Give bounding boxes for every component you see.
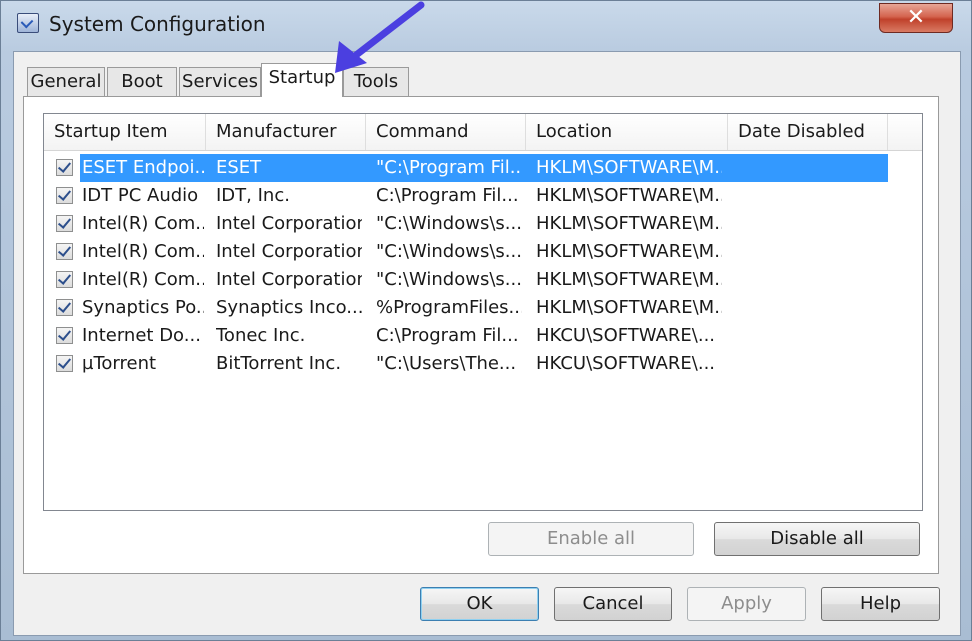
- list-item[interactable]: ESET Endpoi... ESET "C:\Program Fil... HKLM…: [44, 154, 922, 182]
- cell-command: C:\Program Fil...: [376, 185, 519, 206]
- list-item[interactable]: Synaptics Po... Synaptics Inco... %Program…: [44, 294, 922, 322]
- cell-manufacturer: Intel Corporation: [216, 241, 362, 262]
- close-button[interactable]: ✕: [879, 3, 953, 33]
- cell-startup-item: Intel(R) Com...: [82, 241, 204, 262]
- column-header-command[interactable]: Command: [366, 114, 526, 150]
- column-header-location[interactable]: Location: [526, 114, 728, 150]
- list-item[interactable]: IDT PC Audio IDT, Inc. C:\Program Fil... HK…: [44, 182, 922, 210]
- cell-date-disabled: [738, 322, 884, 350]
- cell-startup-item: IDT PC Audio: [82, 185, 199, 206]
- column-header-date-disabled[interactable]: Date Disabled: [728, 114, 888, 150]
- cell-location: HKLM\SOFTWARE\M...: [536, 269, 722, 290]
- cell-command: "C:\Windows\s...: [376, 269, 522, 290]
- cell-date-disabled: [738, 154, 884, 182]
- cell-manufacturer: ESET: [216, 157, 262, 178]
- cell-command: "C:\Windows\s...: [376, 213, 522, 234]
- cell-location: HKCU\SOFTWARE\...: [536, 325, 716, 346]
- cell-date-disabled: [738, 294, 884, 322]
- tab-boot[interactable]: Boot: [107, 67, 177, 97]
- cancel-button[interactable]: Cancel: [554, 587, 672, 621]
- column-header-startup-item[interactable]: Startup Item: [44, 114, 206, 150]
- arrow-pointer-icon: [335, 1, 425, 73]
- msconfig-icon: [17, 13, 39, 33]
- disable-all-button[interactable]: Disable all: [714, 522, 920, 556]
- cell-command: "C:\Windows\s...: [376, 241, 522, 262]
- cell-command: %ProgramFiles...: [376, 297, 522, 318]
- cell-date-disabled: [738, 238, 884, 266]
- cell-startup-item: Intel(R) Com...: [82, 269, 204, 290]
- column-header-manufacturer[interactable]: Manufacturer: [206, 114, 366, 150]
- startup-item-checkbox[interactable]: [56, 327, 73, 344]
- cell-command: "C:\Users\The...: [376, 353, 517, 374]
- column-header-filler: [888, 114, 922, 150]
- list-item[interactable]: Internet Do... Tonec Inc. C:\Program Fil..…: [44, 322, 922, 350]
- cell-command: C:\Program Fil...: [376, 325, 519, 346]
- cell-manufacturer: Synaptics Inco...: [216, 297, 362, 318]
- system-configuration-window: System Configuration ✕ General Boot Serv…: [0, 0, 972, 641]
- list-item[interactable]: Intel(R) Com... Intel Corporation "C:\Wind…: [44, 238, 922, 266]
- cell-manufacturer: Tonec Inc.: [216, 325, 306, 346]
- startup-item-checkbox[interactable]: [56, 271, 73, 288]
- startup-item-checkbox[interactable]: [56, 299, 73, 316]
- startup-item-checkbox[interactable]: [56, 187, 73, 204]
- list-item[interactable]: Intel(R) Com... Intel Corporation "C:\Wind…: [44, 266, 922, 294]
- cell-location: HKLM\SOFTWARE\M...: [536, 213, 722, 234]
- startup-item-checkbox[interactable]: [56, 243, 73, 260]
- cell-manufacturer: Intel Corporation: [216, 213, 362, 234]
- cell-startup-item: Internet Do...: [82, 325, 201, 346]
- enable-all-button[interactable]: Enable all: [488, 522, 694, 556]
- cell-location: HKLM\SOFTWARE\M...: [536, 297, 722, 318]
- cell-startup-item: ESET Endpoi...: [82, 157, 204, 178]
- startup-items-list[interactable]: Startup Item Manufacturer Command Locati…: [43, 113, 923, 511]
- cell-date-disabled: [738, 350, 884, 378]
- cell-startup-item: Intel(R) Com...: [82, 213, 204, 234]
- list-item[interactable]: µTorrent BitTorrent Inc. "C:\Users\The... H…: [44, 350, 922, 378]
- cell-date-disabled: [738, 182, 884, 210]
- apply-button[interactable]: Apply: [687, 587, 806, 621]
- cell-manufacturer: IDT, Inc.: [216, 185, 290, 206]
- tab-general[interactable]: General: [27, 67, 105, 97]
- list-header: Startup Item Manufacturer Command Locati…: [44, 114, 922, 151]
- cell-location: HKLM\SOFTWARE\M...: [536, 185, 722, 206]
- startup-item-checkbox[interactable]: [56, 215, 73, 232]
- cell-location: HKLM\SOFTWARE\M...: [536, 241, 722, 262]
- cell-startup-item: Synaptics Po...: [82, 297, 204, 318]
- cell-date-disabled: [738, 210, 884, 238]
- cell-manufacturer: Intel Corporation: [216, 269, 362, 290]
- cell-startup-item: µTorrent: [82, 353, 157, 374]
- cell-location: HKCU\SOFTWARE\...: [536, 353, 716, 374]
- title-bar[interactable]: System Configuration ✕: [1, 1, 971, 51]
- startup-item-checkbox[interactable]: [56, 159, 73, 176]
- startup-item-checkbox[interactable]: [56, 355, 73, 372]
- window-title: System Configuration: [49, 12, 266, 36]
- cell-command: "C:\Program Fil...: [376, 157, 522, 178]
- cell-location: HKLM\SOFTWARE\M...: [536, 157, 722, 178]
- cell-manufacturer: BitTorrent Inc.: [216, 353, 342, 374]
- list-item[interactable]: Intel(R) Com... Intel Corporation "C:\Wind…: [44, 210, 922, 238]
- ok-button[interactable]: OK: [420, 587, 539, 621]
- help-button[interactable]: Help: [821, 587, 940, 621]
- cell-date-disabled: [738, 266, 884, 294]
- tab-services[interactable]: Services: [179, 67, 261, 97]
